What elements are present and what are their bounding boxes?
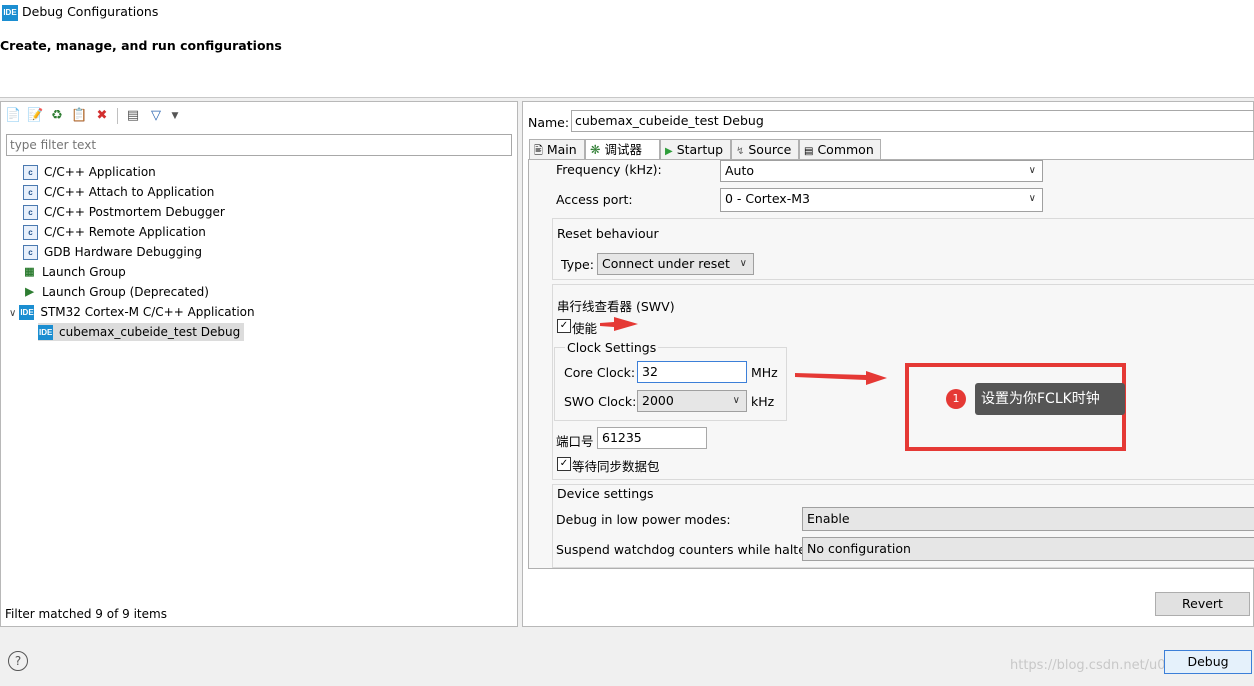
arrow-to-enable	[600, 317, 638, 331]
annotation-tooltip: 设置为你FCLK时钟	[975, 383, 1125, 415]
debug-button[interactable]: Debug	[1164, 650, 1252, 674]
arrow-to-clock	[795, 371, 887, 385]
help-icon[interactable]: ?	[8, 651, 28, 671]
annotation-badge: 1	[946, 389, 966, 409]
annotation-arrows	[600, 317, 887, 385]
